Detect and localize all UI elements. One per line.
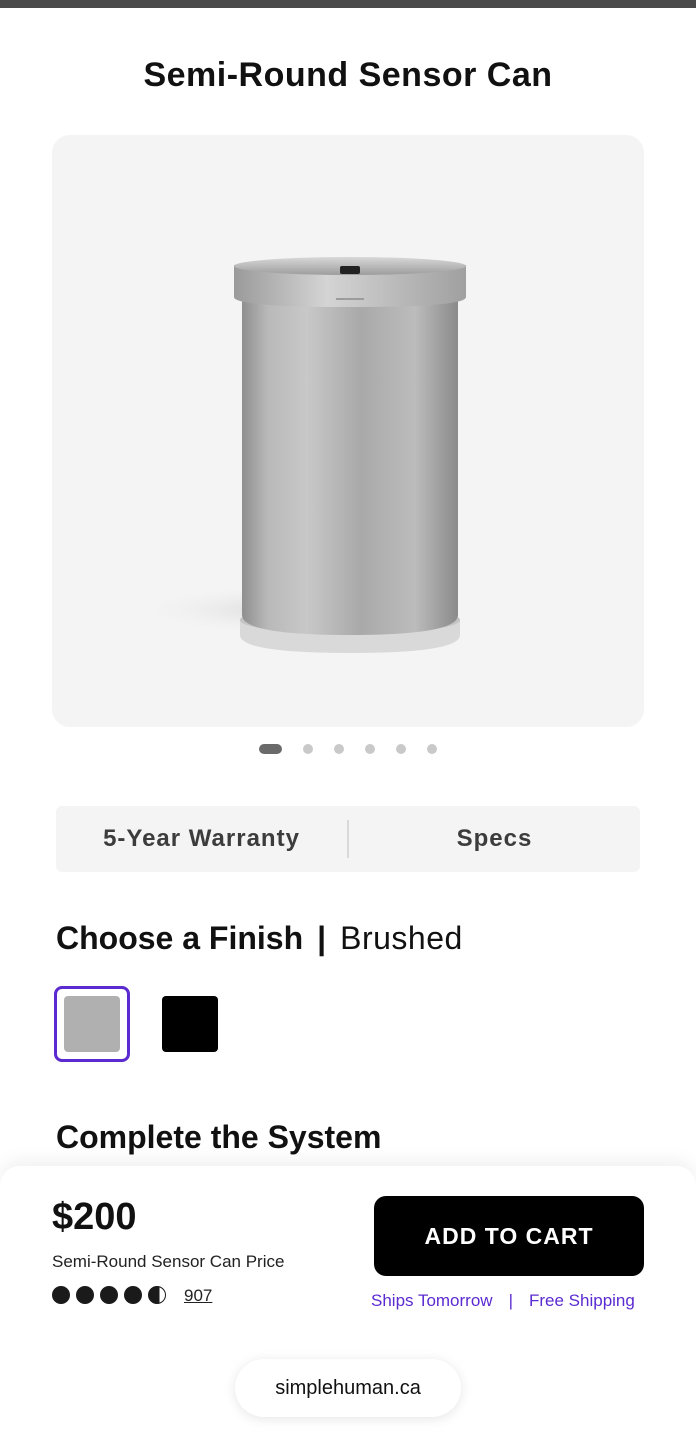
gallery-pagination bbox=[0, 743, 696, 755]
star-half-icon bbox=[148, 1286, 166, 1304]
star-icon bbox=[52, 1286, 70, 1304]
finish-swatch-black[interactable] bbox=[152, 986, 228, 1062]
free-shipping-text: Free Shipping bbox=[529, 1291, 635, 1310]
browser-url-bar[interactable]: simplehuman.ca bbox=[235, 1359, 461, 1417]
gallery-dot-5[interactable] bbox=[396, 744, 406, 754]
finish-separator: | bbox=[317, 920, 327, 956]
star-icon bbox=[124, 1286, 142, 1304]
tab-specs[interactable]: Specs bbox=[349, 825, 640, 853]
price-label: Semi-Round Sensor Can Price bbox=[52, 1252, 285, 1271]
top-status-bar bbox=[0, 0, 696, 8]
black-color-chip bbox=[162, 996, 218, 1052]
shipping-info: Ships Tomorrow | Free Shipping bbox=[371, 1291, 635, 1311]
finish-swatch-brushed[interactable] bbox=[54, 986, 130, 1062]
ships-tomorrow-text: Ships Tomorrow bbox=[371, 1291, 493, 1310]
finish-selected-value: Brushed bbox=[340, 920, 463, 956]
url-text: simplehuman.ca bbox=[275, 1376, 421, 1399]
product-image bbox=[132, 257, 466, 653]
info-tabs: 5-Year Warranty Specs bbox=[56, 806, 640, 872]
product-image-gallery[interactable] bbox=[52, 135, 644, 727]
rating-stars[interactable] bbox=[52, 1286, 166, 1304]
tab-warranty[interactable]: 5-Year Warranty bbox=[56, 825, 347, 853]
add-to-cart-button[interactable]: ADD TO CART bbox=[374, 1196, 644, 1276]
star-icon bbox=[100, 1286, 118, 1304]
price-value: $200 bbox=[52, 1196, 137, 1238]
finish-label: Choose a Finish bbox=[56, 920, 304, 956]
brushed-color-chip bbox=[64, 996, 120, 1052]
gallery-dot-3[interactable] bbox=[334, 744, 344, 754]
review-count-link[interactable]: 907 bbox=[184, 1286, 212, 1306]
complete-system-heading: Complete the System bbox=[56, 1119, 382, 1155]
shipping-separator: | bbox=[508, 1291, 513, 1310]
gallery-dot-4[interactable] bbox=[365, 744, 375, 754]
star-icon bbox=[76, 1286, 94, 1304]
finish-heading: Choose a Finish | Brushed bbox=[56, 920, 463, 957]
gallery-dot-1[interactable] bbox=[259, 744, 282, 754]
gallery-dot-2[interactable] bbox=[303, 744, 313, 754]
product-title: Semi-Round Sensor Can bbox=[143, 56, 553, 94]
gallery-dot-6[interactable] bbox=[427, 744, 437, 754]
